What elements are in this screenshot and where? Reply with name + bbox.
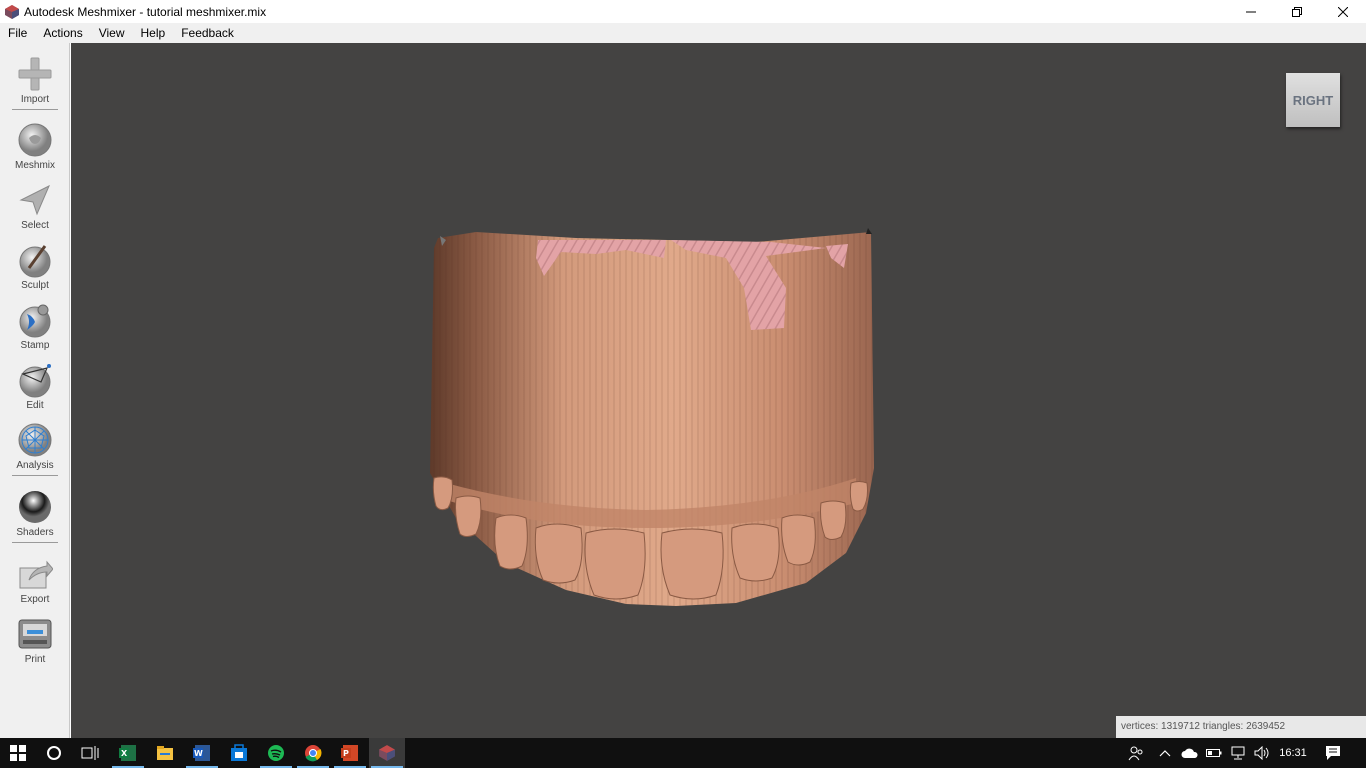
spotify-icon xyxy=(268,745,284,761)
3d-viewport[interactable]: RIGHT vertices: 1319712 triangles: 26394… xyxy=(71,43,1366,738)
task-view-button[interactable] xyxy=(72,738,108,768)
svg-text:W: W xyxy=(194,749,203,758)
svg-text:P: P xyxy=(343,749,349,758)
sculpt-label: Sculpt xyxy=(21,280,49,291)
notification-icon xyxy=(1326,746,1340,760)
view-cube-face-label: RIGHT xyxy=(1292,92,1334,108)
window-title: Autodesk Meshmixer - tutorial meshmixer.… xyxy=(24,4,267,19)
restore-button[interactable] xyxy=(1274,0,1320,23)
cortana-button[interactable] xyxy=(36,738,72,768)
meshmixer-icon xyxy=(379,745,395,761)
title-bar: Autodesk Meshmixer - tutorial meshmixer.… xyxy=(0,0,1366,23)
cursor-arrow-icon xyxy=(19,184,50,216)
meshmix-tool[interactable]: Meshmix xyxy=(0,113,70,173)
print-tool[interactable]: Print xyxy=(0,607,70,667)
mesh-sphere-icon xyxy=(18,423,52,457)
task-view-icon xyxy=(81,746,99,760)
file-explorer-icon xyxy=(157,746,173,760)
view-cube[interactable]: RIGHT xyxy=(1286,73,1340,127)
tray-show-hidden[interactable] xyxy=(1154,738,1176,768)
taskbar-powerpoint[interactable]: P xyxy=(332,738,368,768)
print-label: Print xyxy=(24,654,46,665)
export-tool[interactable]: Export xyxy=(0,547,70,607)
menu-feedback[interactable]: Feedback xyxy=(173,23,242,43)
minimize-icon xyxy=(1246,11,1256,12)
import-label: Import xyxy=(20,94,50,105)
tray-battery[interactable] xyxy=(1203,738,1225,768)
tray-action-center[interactable] xyxy=(1320,738,1346,768)
sculpt-tool[interactable]: Sculpt xyxy=(0,233,70,293)
tray-people[interactable] xyxy=(1124,738,1148,768)
restore-icon xyxy=(1292,6,1302,17)
minimize-button[interactable] xyxy=(1228,0,1274,23)
tool-panel: Import Meshmix Select Sculpt Stamp Edit … xyxy=(0,43,70,738)
edit-sphere-icon xyxy=(19,364,51,398)
brush-sphere-icon xyxy=(19,245,51,278)
menu-bar: File Actions View Help Feedback xyxy=(0,23,1366,43)
chevron-up-icon xyxy=(1159,750,1171,757)
select-label: Select xyxy=(21,220,49,231)
taskbar-chrome[interactable] xyxy=(295,738,331,768)
stamp-label: Stamp xyxy=(20,340,50,351)
toolbar-separator xyxy=(12,542,58,543)
taskbar-word[interactable]: W xyxy=(184,738,220,768)
shaders-tool[interactable]: Shaders xyxy=(0,480,70,540)
taskbar-spotify[interactable] xyxy=(258,738,294,768)
printer-icon xyxy=(18,619,52,649)
menu-file[interactable]: File xyxy=(0,23,35,43)
import-tool[interactable]: Import xyxy=(0,47,70,107)
tray-onedrive[interactable] xyxy=(1178,738,1202,768)
cortana-icon xyxy=(47,746,61,760)
edit-label: Edit xyxy=(26,400,44,411)
taskbar-clock[interactable]: 16:31 xyxy=(1270,738,1316,768)
start-button[interactable] xyxy=(0,738,36,768)
mesh-stats: vertices: 1319712 triangles: 2639452 xyxy=(1116,716,1366,738)
chrome-sphere-icon xyxy=(19,491,51,523)
export-icon xyxy=(19,560,53,589)
battery-icon xyxy=(1206,749,1222,757)
meshmix-label: Meshmix xyxy=(14,160,55,171)
taskbar-file-explorer[interactable] xyxy=(147,738,183,768)
people-icon xyxy=(1128,746,1143,761)
dental-model[interactable] xyxy=(426,228,876,608)
toolbar-separator xyxy=(12,109,58,110)
menu-help[interactable]: Help xyxy=(133,23,174,43)
network-icon xyxy=(1231,746,1245,760)
menu-actions[interactable]: Actions xyxy=(35,23,90,43)
close-icon xyxy=(1338,6,1348,17)
taskbar-meshmixer[interactable] xyxy=(369,738,405,768)
close-button[interactable] xyxy=(1320,0,1366,23)
speaker-icon xyxy=(1254,746,1269,760)
export-label: Export xyxy=(20,594,50,605)
shaders-label: Shaders xyxy=(16,527,54,538)
analysis-tool[interactable]: Analysis xyxy=(0,413,70,473)
taskbar-store[interactable] xyxy=(221,738,257,768)
windows-taskbar: X W P 16:31 xyxy=(0,738,1366,768)
tray-network[interactable] xyxy=(1226,738,1250,768)
stamp-tool[interactable]: Stamp xyxy=(0,293,70,353)
analysis-label: Analysis xyxy=(16,460,54,471)
powerpoint-icon: P xyxy=(341,745,358,761)
word-icon: W xyxy=(193,745,210,761)
chrome-icon xyxy=(305,745,322,762)
bunny-sphere-icon xyxy=(18,123,52,157)
taskbar-excel[interactable]: X xyxy=(110,738,146,768)
plus-icon xyxy=(18,57,52,91)
toolbar-separator xyxy=(12,475,58,476)
store-icon xyxy=(231,744,247,761)
edit-tool[interactable]: Edit xyxy=(0,353,70,413)
svg-text:X: X xyxy=(121,749,128,758)
cloud-icon xyxy=(1181,748,1198,758)
meshmixer-app-icon xyxy=(5,4,19,19)
stamp-icon xyxy=(19,304,51,338)
menu-view[interactable]: View xyxy=(91,23,133,43)
windows-start-icon xyxy=(10,745,26,761)
excel-icon: X xyxy=(119,745,136,761)
select-tool[interactable]: Select xyxy=(0,173,70,233)
